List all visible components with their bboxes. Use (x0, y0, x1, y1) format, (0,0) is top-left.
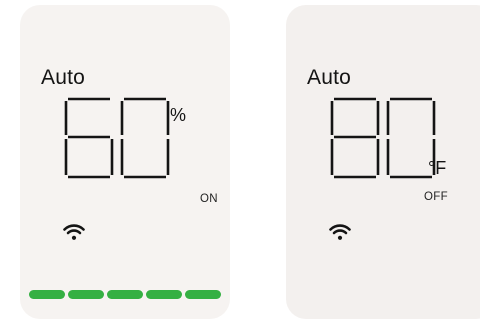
power-state-label: ON (200, 193, 218, 205)
mode-label: Auto (307, 66, 351, 89)
digit-6 (64, 97, 114, 179)
digit-0 (120, 97, 170, 179)
wifi-icon (63, 223, 85, 241)
wifi-icon-svg (329, 224, 351, 240)
level-bar (29, 290, 221, 299)
level-bar-segment (146, 290, 182, 299)
level-bar-segment (68, 290, 104, 299)
seven-segment-digits (64, 97, 170, 179)
digit-8 (330, 97, 380, 179)
seven-segment-digits (330, 97, 436, 179)
thermostat-panels: Auto % ON Auto °F OFF (0, 0, 480, 323)
wifi-icon (329, 223, 351, 241)
unit-label: °F (428, 158, 447, 178)
level-bar-segment (185, 290, 221, 299)
temperature-card[interactable]: Auto °F OFF (286, 5, 480, 319)
level-bar-segment (107, 290, 143, 299)
humidity-value-display (64, 97, 170, 179)
temperature-value-display (330, 97, 436, 179)
unit-label: % (170, 105, 187, 125)
wifi-icon-svg (63, 224, 85, 240)
power-state-label: OFF (424, 191, 448, 203)
humidity-card[interactable]: Auto % ON (20, 5, 230, 319)
mode-label: Auto (41, 66, 85, 89)
level-bar-segment (29, 290, 65, 299)
